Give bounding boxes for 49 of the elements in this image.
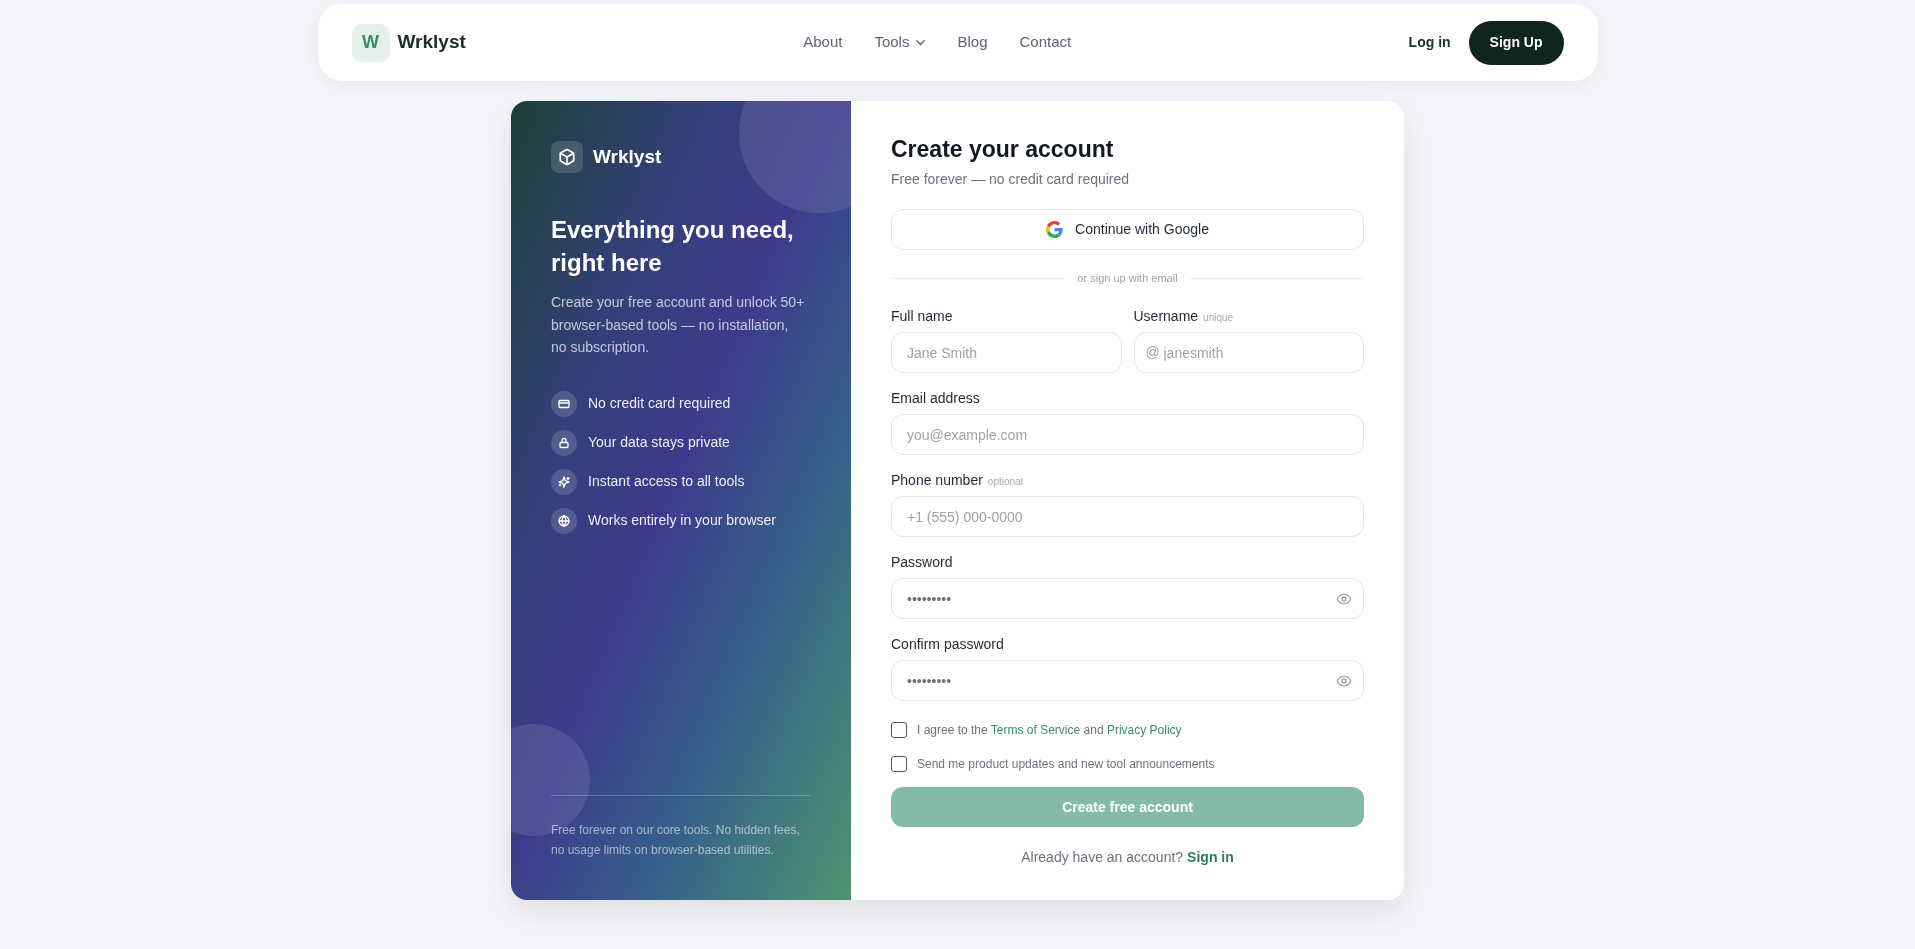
checkbox[interactable] [891, 756, 907, 772]
feature-text: Instant access to all tools [588, 472, 745, 491]
credit-card-icon [551, 390, 577, 417]
login-link[interactable]: Log in [1408, 32, 1451, 53]
signin-link[interactable]: Sign in [1187, 849, 1234, 865]
signup-button[interactable]: Sign Up [1468, 20, 1564, 65]
nav-link[interactable]: Tools [874, 31, 926, 54]
brand-name: Wrklyst [397, 30, 466, 55]
lock-icon [551, 429, 577, 456]
password-field[interactable]: ••••••••• [891, 660, 1364, 701]
feature-text: Your data stays private [588, 433, 730, 452]
google-button[interactable]: Continue with Google [891, 209, 1364, 250]
field-label: Password [891, 553, 953, 572]
text-link[interactable]: Terms of Service [990, 723, 1081, 737]
cube-icon [551, 141, 583, 173]
input-field[interactable]: Jane Smith [891, 332, 1122, 373]
input-field[interactable]: +1 (555) 000-0000 [891, 496, 1364, 537]
brand-name: Wrklyst [593, 144, 662, 169]
password-field[interactable]: ••••••••• [891, 578, 1364, 619]
promo-text: Create your free account and unlock 50+ browser-based tools — no installation, no subscription. [551, 293, 806, 357]
text-link[interactable]: Privacy Policy [1106, 723, 1182, 737]
promo-footer-text: Free forever on our core tools. No hidden fees, no usage limits on browser-based utilities. [551, 822, 801, 859]
g-logo-icon [1046, 221, 1064, 238]
checkbox-label: Send me product updates and new tool announcements [917, 756, 1215, 772]
promo-heading: Everything you need, right here [551, 215, 795, 278]
form-subtitle: Free forever — no credit card required [891, 170, 1131, 189]
logo-badge: W [351, 23, 390, 62]
field-label: Phone number [891, 471, 983, 490]
field-label: Confirm password [891, 635, 1004, 654]
globe-icon [551, 507, 577, 534]
checkbox[interactable] [891, 722, 907, 738]
field-label: Full name [891, 307, 953, 326]
nav-link[interactable]: Blog [957, 31, 988, 54]
feature-text: No credit card required [588, 394, 731, 413]
sparkles-icon [551, 468, 577, 495]
field-hint: optional [987, 475, 1023, 489]
at-prefix: @ [1145, 343, 1160, 361]
divider-text: or sign up with email [1077, 270, 1178, 286]
nav-link[interactable]: About [803, 31, 843, 54]
field-hint: unique [1203, 311, 1234, 325]
input-field[interactable]: you@example.com [891, 414, 1364, 455]
checkbox-label: I agree to the Terms of Service and Privacy Policy [917, 722, 1182, 738]
chevron-down-icon [916, 39, 926, 46]
field-label: Username [1133, 307, 1199, 326]
feature-text: Works entirely in your browser [588, 511, 777, 530]
signin-prompt: Already have an account? Sign in [1020, 848, 1235, 867]
field-label: Email address [891, 389, 980, 408]
nav-link[interactable]: Contact [1019, 31, 1072, 54]
form-title: Create your account [891, 135, 1115, 164]
